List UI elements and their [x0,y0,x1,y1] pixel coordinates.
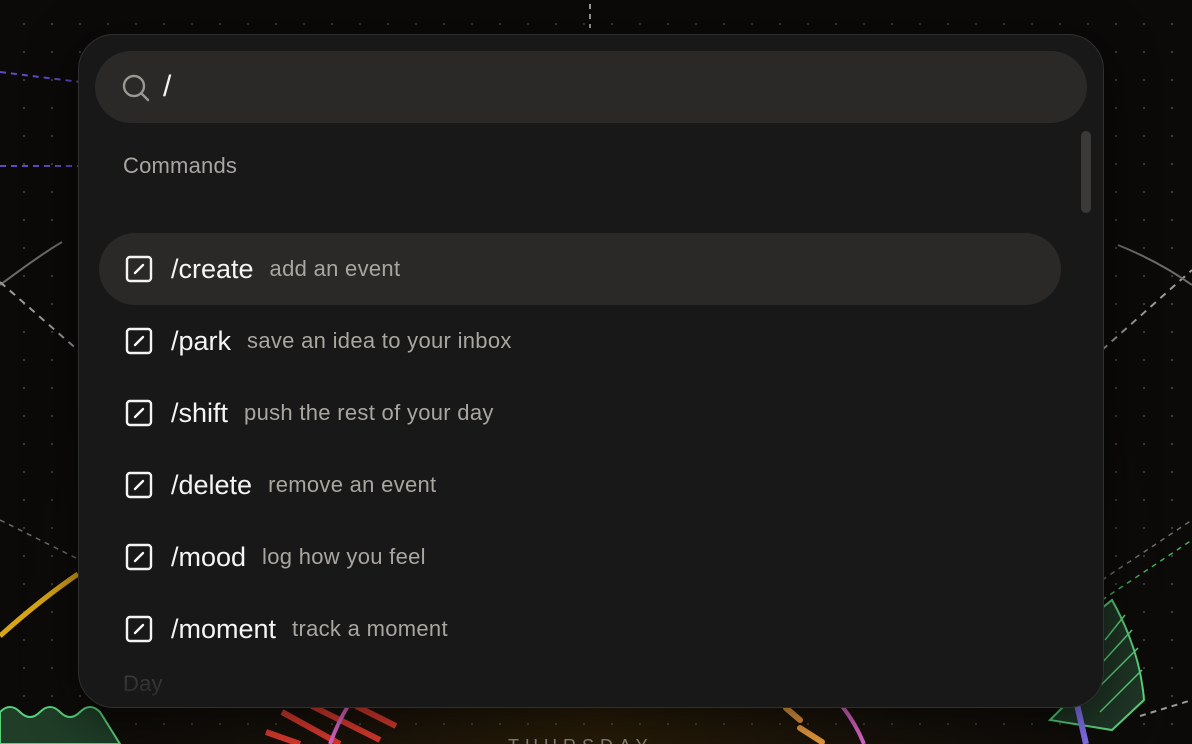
command-description: push the rest of your day [244,400,494,425]
pencil-square-icon [125,543,153,571]
pencil-square-icon [125,255,153,283]
command-item-shift[interactable]: /shift push the rest of your day [99,377,1061,449]
bg-orange-stripe [797,725,825,744]
bg-dash [0,281,81,353]
bg-green-wave [0,706,122,744]
command-name: /delete [171,469,253,500]
command-name: /moment [171,613,277,644]
command-palette: Commands /create add an event /park save… [78,34,1104,708]
command-name: /create [171,253,254,284]
background-weekday-label: THURSDAY [508,736,654,744]
command-description: remove an event [268,472,437,497]
bg-yellow-arc [0,571,80,638]
command-name: /mood [171,541,247,572]
command-name: /park [171,325,232,356]
pencil-square-icon [125,327,153,355]
bg-dash [0,519,81,561]
command-item-moment[interactable]: /moment track a moment [99,593,1061,665]
app-background: THURSDAY Commands /create add an event [0,0,1192,744]
command-item-park[interactable]: /park save an idea to your inbox [99,305,1061,377]
pencil-square-icon [125,399,153,427]
bg-dash-green [1101,539,1192,601]
command-description: add an event [269,256,401,281]
pencil-square-icon [125,471,153,499]
scrollbar-thumb[interactable] [1081,131,1091,213]
bg-purple-dash-line [0,71,81,83]
search-input[interactable] [163,67,1043,107]
bg-red-stripe [354,703,398,729]
command-name: /shift [171,397,229,428]
bg-dash [1101,519,1192,581]
command-description: save an idea to your inbox [247,328,512,353]
pencil-square-icon [125,615,153,643]
search-bar[interactable] [95,51,1087,123]
command-item-mood[interactable]: /mood log how you feel [99,521,1061,593]
command-description: track a moment [292,616,448,641]
command-item-delete[interactable]: /delete remove an event [99,449,1061,521]
search-icon [121,73,151,103]
bg-orange-stripe [783,705,803,723]
bg-dash [1139,699,1192,717]
bg-pink-arc [840,704,866,744]
command-item-create[interactable]: /create add an event [99,233,1061,305]
bg-red-stripe [265,729,301,744]
command-list: Commands /create add an event /park save… [79,131,1103,707]
section-label-day: Day [123,671,163,696]
bg-dash [1101,269,1192,351]
command-description: log how you feel [262,544,426,569]
bg-arc [0,241,63,286]
section-label-commands: Commands [123,153,238,178]
